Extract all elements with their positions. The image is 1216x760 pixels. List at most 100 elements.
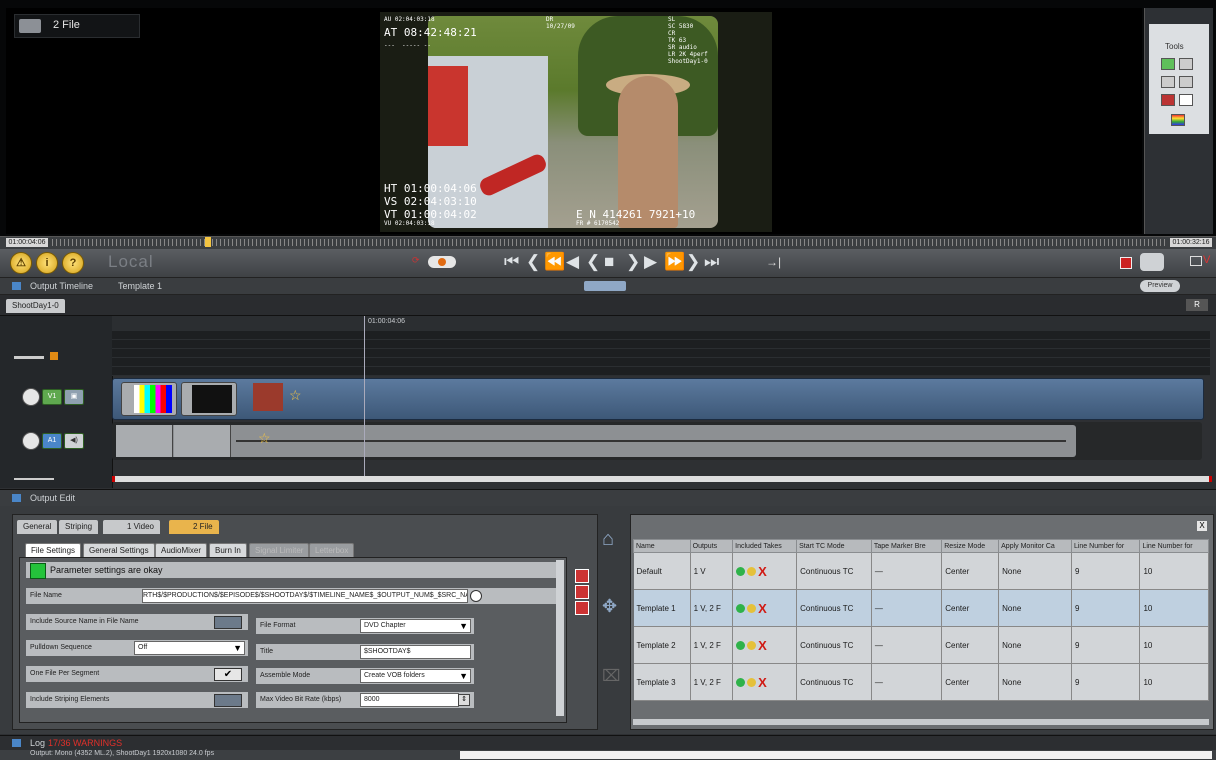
take-good-icon[interactable]	[736, 566, 746, 576]
scrub-handle[interactable]	[205, 237, 211, 247]
step-back-button[interactable]: ❮	[586, 252, 600, 272]
subtab-burn-in[interactable]: Burn In	[209, 543, 247, 558]
col-apply-monitor[interactable]: Apply Monitor Ca	[998, 539, 1072, 553]
log-collapse-icon[interactable]	[12, 739, 21, 747]
tool-icon-6[interactable]	[1179, 94, 1193, 106]
color-icon[interactable]	[1171, 114, 1185, 126]
take-good-icon[interactable]	[736, 677, 746, 687]
r-button[interactable]: R	[1186, 299, 1208, 311]
take-bad-icon[interactable]: X	[758, 564, 767, 579]
col-name[interactable]: Name	[633, 539, 691, 553]
table-row[interactable]: Template 1 1 V, 2 F X Continuous TC — Ce…	[633, 589, 1209, 627]
tool-icon-5[interactable]	[1161, 94, 1175, 106]
subtab-audiomixer[interactable]: AudioMixer	[155, 543, 208, 558]
scrub-bar[interactable]: 01:00:04:06 01:00:32:16	[0, 236, 1216, 249]
clip-thumbnail[interactable]	[253, 383, 283, 411]
timeline-scrollbar[interactable]	[112, 476, 1212, 482]
collapse-icon[interactable]	[12, 282, 21, 290]
move-icon[interactable]: ✥	[602, 596, 617, 617]
lock-icon[interactable]	[22, 432, 40, 450]
undo-icon[interactable]	[575, 585, 589, 599]
timeline-ruler[interactable]: 01:00:04:06	[112, 316, 1210, 331]
monitor-out-icon[interactable]	[1190, 256, 1202, 266]
subtab-general-settings[interactable]: General Settings	[83, 543, 155, 558]
col-included-takes[interactable]: Included Takes	[732, 539, 798, 553]
delete-icon[interactable]	[575, 569, 589, 583]
col-resize-mode[interactable]: Resize Mode	[941, 539, 1000, 553]
cell-takes[interactable]: X	[732, 663, 798, 701]
take-star-icon[interactable]	[747, 640, 757, 650]
audio-track[interactable]: ☆	[112, 422, 1202, 460]
file-output-chip[interactable]: 2 File	[14, 14, 140, 38]
file-name-input[interactable]: RTH$/$PRODUCTION$/$EPISODE$/$SHOOTDAY$/$…	[142, 589, 468, 603]
preview-button[interactable]: Preview	[1140, 280, 1180, 292]
v1-badge[interactable]: V1	[42, 389, 62, 405]
table-row[interactable]: Template 3 1 V, 2 F X Continuous TC — Ce…	[633, 663, 1209, 701]
record-toggle[interactable]	[428, 256, 456, 268]
speaker-icon[interactable]: ◀)	[64, 433, 84, 449]
take-good-icon[interactable]	[736, 603, 746, 613]
pulldown-select[interactable]: Off ▼	[134, 641, 245, 655]
col-outputs[interactable]: Outputs	[689, 539, 734, 553]
lock-icon[interactable]	[22, 388, 40, 406]
tab-shootday[interactable]: ShootDay1-0	[6, 299, 65, 313]
play-reverse-button[interactable]: ◀	[566, 252, 579, 272]
tab-2-file[interactable]: 2 File	[169, 520, 219, 534]
a1-badge[interactable]: A1	[42, 433, 62, 449]
assemble-mode-select[interactable]: Create VOB folders ▼	[360, 669, 471, 683]
clip-black[interactable]	[181, 382, 237, 416]
table-row[interactable]: Default 1 V X Continuous TC — Center Non…	[633, 552, 1209, 590]
loop-icon[interactable]: ⟳	[412, 255, 420, 266]
audio-star-icon[interactable]: ☆	[258, 430, 271, 447]
home-icon[interactable]: ⌂	[602, 528, 614, 551]
settings-scrollbar[interactable]	[556, 560, 564, 716]
warning-icon[interactable]: ⚠	[10, 252, 32, 274]
log-warnings[interactable]: 17/36 WARNINGS	[48, 738, 122, 748]
file-name-menu-icon[interactable]	[470, 590, 482, 602]
take-bad-icon[interactable]: X	[758, 638, 767, 653]
go-start-button[interactable]: ⏮	[504, 252, 519, 272]
info-icon[interactable]: i	[36, 252, 58, 274]
clip-colorbars[interactable]	[121, 382, 177, 416]
video-track-icon[interactable]: ▣	[64, 389, 84, 405]
bitrate-input[interactable]: 8000	[360, 693, 459, 707]
cell-takes[interactable]: X	[732, 552, 798, 590]
trash-icon[interactable]: ⌧	[602, 666, 620, 686]
tab-striping[interactable]: Striping	[59, 520, 99, 534]
view-mode-icons[interactable]	[584, 281, 626, 291]
stop-button[interactable]: ■	[604, 252, 614, 272]
next-button[interactable]: ❯	[686, 252, 700, 272]
bitrate-spinner[interactable]: ⇕	[458, 694, 470, 706]
record-icon[interactable]	[1120, 257, 1132, 269]
file-format-select[interactable]: DVD Chapter ▼	[360, 619, 471, 633]
tool-icon-1[interactable]	[1161, 58, 1175, 70]
rewind-button[interactable]: ⏪	[544, 252, 565, 272]
tab-1-video[interactable]: 1 Video	[103, 520, 160, 534]
zoom-slider[interactable]	[14, 356, 44, 359]
redo-icon[interactable]	[575, 601, 589, 615]
collapse-icon[interactable]	[12, 494, 21, 502]
log-label[interactable]: Log	[30, 738, 45, 748]
tool-icon-3[interactable]	[1161, 76, 1175, 88]
subtab-file-settings[interactable]: File Settings	[25, 543, 82, 558]
one-file-checkbox[interactable]: ✔	[214, 668, 242, 681]
track-height-slider[interactable]	[14, 478, 54, 480]
hand-icon[interactable]	[1140, 253, 1164, 271]
title-input[interactable]: $SHOOTDAY$	[360, 645, 471, 659]
scrub-ruler[interactable]	[52, 239, 1166, 246]
cell-takes[interactable]: X	[732, 589, 798, 627]
jump-icon[interactable]: →|	[766, 255, 781, 269]
video-track[interactable]: ☆	[112, 378, 1204, 420]
tab-general[interactable]: General	[17, 520, 58, 534]
take-star-icon[interactable]	[747, 566, 757, 576]
col-start-tc-mode[interactable]: Start TC Mode	[796, 539, 872, 553]
play-button[interactable]: ▶	[644, 252, 657, 272]
star-icon[interactable]: ☆	[289, 387, 302, 404]
step-forward-button[interactable]: ❯	[626, 252, 640, 272]
prev-button[interactable]: ❮	[526, 252, 540, 272]
take-bad-icon[interactable]: X	[758, 675, 767, 690]
tool-icon-2[interactable]	[1179, 58, 1193, 70]
include-source-toggle[interactable]	[214, 616, 242, 629]
cell-takes[interactable]: X	[732, 626, 798, 664]
take-good-icon[interactable]	[736, 640, 746, 650]
